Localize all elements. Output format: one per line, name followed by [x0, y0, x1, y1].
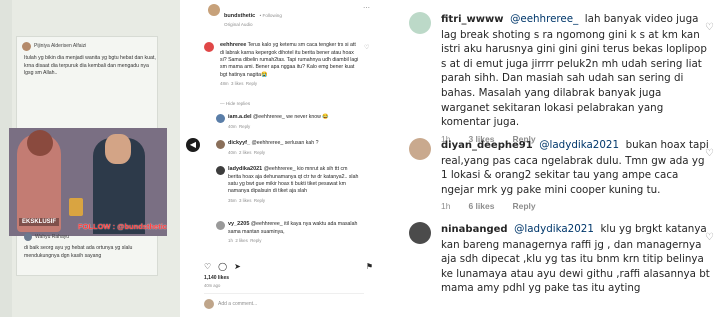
comment-icon[interactable]: ◯	[218, 262, 227, 271]
woman-head	[27, 130, 53, 156]
commenter-avatar[interactable]	[409, 222, 431, 244]
comment-text: lah banyak video juga lag break shoting …	[441, 13, 707, 129]
add-comment-input[interactable]: Add a comment...	[218, 301, 257, 307]
likes-count[interactable]: 1,140 likes	[204, 275, 229, 281]
reply-button[interactable]: Reply	[250, 238, 261, 243]
back-chevron-icon[interactable]: ◀	[186, 138, 200, 152]
post-header: bundsthetic • Following Original Audio	[208, 4, 282, 27]
comment-item: ninabanged @ladydika2021 klu yg brgkt ka…	[441, 222, 711, 296]
audio-label[interactable]: Original Audio	[224, 22, 282, 27]
comment-user[interactable]: fitri_wwww	[441, 14, 504, 25]
post-card: Pijiniya Alderisen Alfaizi Itulah yg bik…	[9, 36, 167, 276]
reply-time: 35m	[228, 197, 237, 203]
more-options-icon[interactable]: ⋯	[363, 4, 370, 12]
avatar	[24, 233, 32, 241]
hide-replies-button[interactable]: — Hide replies	[220, 101, 250, 106]
reply-avatar[interactable]	[216, 140, 225, 149]
comment-user[interactable]: ninabanged	[441, 224, 508, 235]
video-post-panel: Pijiniya Alderisen Alfaizi Itulah yg bik…	[0, 0, 180, 317]
reply-avatar[interactable]	[216, 166, 225, 175]
account-name[interactable]: bundsthetic	[224, 13, 255, 19]
comment-author[interactable]: Wahyu Rahayu	[24, 233, 69, 241]
comment-time: 48m	[220, 80, 229, 86]
reply-button[interactable]: Reply	[239, 124, 250, 129]
post-text: Itulah yg bikin dia menjadi wanita yg bg…	[24, 55, 156, 77]
following-label[interactable]: • Following	[260, 13, 282, 18]
comment-likes[interactable]: 6 likes	[468, 201, 494, 211]
reply-button[interactable]: Reply	[254, 150, 265, 155]
comment-item: fitri_wwww @eehhreree_ lah banyak video …	[441, 12, 711, 144]
reply-button[interactable]: Reply	[246, 81, 257, 86]
reply-button[interactable]: Reply	[512, 201, 535, 211]
post-author-name: Pijiniya Alderisen Alfaizi	[34, 43, 87, 50]
video-label: EKSKLUSIF	[19, 218, 60, 226]
reply-time: 1h	[228, 237, 233, 243]
reply-avatar[interactable]	[216, 221, 225, 230]
comment-item: diyan_deephe91 @ladydika2021 bukan hoax …	[441, 138, 711, 211]
reply-item: dickyyf_ @eehhreree_ serlusan kah ? 40m …	[228, 140, 360, 155]
reply-item: iam.a.del @eehhreree_ we never know 😂 40…	[228, 114, 360, 129]
comment-mention[interactable]: @ladydika2021	[514, 223, 594, 235]
heart-icon[interactable]: ♡	[705, 232, 714, 243]
cup	[69, 198, 83, 216]
heart-icon[interactable]: ♡	[705, 22, 714, 33]
zoomed-comments-panel: fitri_wwww @eehhreree_ lah banyak video …	[381, 0, 720, 317]
comment-mention[interactable]: @ladydika2021	[539, 139, 619, 151]
post-age: 40m ago	[204, 283, 221, 288]
account-avatar[interactable]	[208, 4, 220, 16]
post-author[interactable]: Pijiniya Alderisen Alfaizi	[22, 42, 86, 51]
comment-time: 1h	[441, 201, 451, 212]
commenter-avatar[interactable]	[409, 12, 431, 34]
user-avatar	[204, 299, 214, 309]
avatar	[22, 42, 31, 51]
comment-user[interactable]: diyan_deephe91	[441, 140, 533, 151]
comment-text: di baik seorg ayu yg hebat ada ortunya y…	[24, 245, 133, 259]
reply-avatar[interactable]	[216, 114, 225, 123]
reply-user[interactable]: dickyyf_	[228, 140, 250, 146]
reply-button[interactable]: Reply	[254, 198, 265, 203]
main-comment: eehhreree Terus kalo yg ketemu sm caca t…	[220, 42, 360, 86]
reply-text: @eehhreree_ we never know 😂	[253, 114, 329, 120]
reply-item: ladydika2021 @eehhreree_ kio mnrut ak si…	[228, 166, 360, 203]
comment-author-name: Wahyu Rahayu	[35, 233, 69, 240]
reply-time: 40m	[228, 123, 237, 129]
comment-user[interactable]: eehhreree	[220, 42, 246, 48]
comment-likes[interactable]: 3 likes	[231, 81, 243, 86]
reply-time: 40m	[228, 149, 237, 155]
reply-likes[interactable]: 2 likes	[235, 238, 247, 243]
heart-icon[interactable]: ♡	[364, 44, 369, 51]
man-head	[105, 134, 131, 164]
reply-user[interactable]: iam.a.del	[228, 114, 252, 120]
reply-user[interactable]: vy_2205	[228, 221, 249, 227]
video-frame[interactable]: EKSKLUSIF	[9, 128, 167, 236]
like-icon[interactable]: ♡	[204, 262, 211, 271]
follow-watermark: FOLLOW : @bundsthetic	[78, 222, 167, 231]
comment-mention[interactable]: @eehhreree_	[510, 13, 578, 25]
commenter-avatar[interactable]	[204, 42, 214, 52]
add-comment-bar[interactable]: Add a comment...	[204, 293, 364, 309]
reply-likes[interactable]: 3 likes	[239, 198, 251, 203]
bookmark-icon[interactable]: ⚑	[366, 262, 373, 271]
action-bar: ♡ ◯ ➤ ⚑	[204, 262, 373, 271]
heart-icon[interactable]: ♡	[705, 148, 714, 159]
commenter-avatar[interactable]	[409, 138, 431, 160]
reply-item: vy_2205 @eehhreree_ itil kaya nya waktu …	[228, 221, 360, 243]
reply-likes[interactable]: 2 likes	[239, 150, 251, 155]
comments-panel: ◀ bundsthetic • Following Original Audio…	[180, 0, 376, 317]
share-icon[interactable]: ➤	[234, 262, 241, 271]
reply-text: @eehhreree_ serlusan kah ?	[251, 140, 319, 146]
reply-user[interactable]: ladydika2021	[228, 166, 262, 172]
